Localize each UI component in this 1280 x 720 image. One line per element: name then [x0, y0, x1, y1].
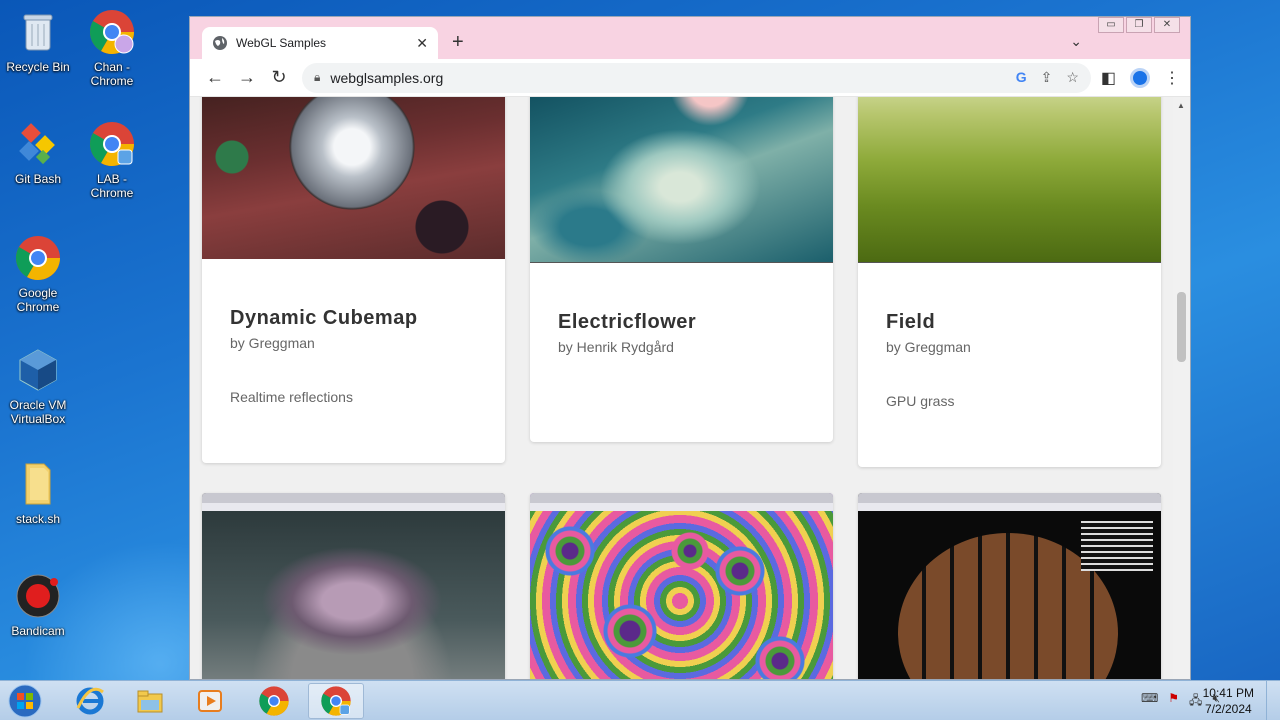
internet-explorer-icon: [76, 687, 104, 715]
windows-logo-icon: [8, 684, 42, 718]
sample-card[interactable]: [202, 493, 505, 679]
desktop-icon-bandicam[interactable]: Bandicam: [0, 572, 76, 638]
taskbar-media-player[interactable]: [182, 683, 238, 719]
sample-thumbnail[interactable]: [202, 493, 505, 679]
card-title[interactable]: Electricflower: [558, 311, 696, 334]
lock-icon[interactable]: 🔒︎: [314, 70, 320, 85]
card-author: by Greggman: [886, 339, 971, 355]
git-bash-icon: [14, 120, 62, 168]
desktop-icon-label: Bandicam: [11, 624, 65, 638]
sample-thumbnail[interactable]: [530, 97, 833, 263]
tab-webgl-samples[interactable]: WebGL Samples ✕: [202, 27, 438, 59]
tab-search-chevron-icon[interactable]: ⌄: [1070, 33, 1082, 50]
window-controls: ▭ ❐ ✕: [1098, 17, 1180, 33]
sample-thumbnail[interactable]: [858, 493, 1161, 679]
reload-button[interactable]: ↻: [264, 63, 294, 93]
desktop-icon-stack-sh[interactable]: stack.sh: [0, 460, 76, 526]
taskbar-internet-explorer[interactable]: [62, 683, 118, 719]
show-desktop-button[interactable]: [1266, 681, 1280, 720]
vertical-scrollbar[interactable]: ▲: [1173, 97, 1190, 679]
browser-toolbar: ← → ↻ 🔒︎ webglsamples.org G ⇪ ☆ ◧ ⋮: [190, 59, 1190, 97]
sample-card[interactable]: [530, 493, 833, 679]
profile-avatar[interactable]: [1130, 67, 1150, 88]
bandicam-icon: [14, 572, 62, 620]
recycle-bin-icon: [14, 8, 62, 56]
virtualbox-icon: [14, 346, 62, 394]
folder-icon: [137, 690, 163, 713]
close-tab-icon[interactable]: ✕: [416, 35, 428, 52]
sample-thumbnail[interactable]: [202, 97, 505, 259]
taskbar-clock[interactable]: 10:41 PM 7/2/2024: [1203, 685, 1254, 717]
desktop-icon-git-bash[interactable]: Git Bash: [0, 120, 76, 186]
bookmark-star-icon[interactable]: ☆: [1066, 69, 1079, 86]
address-url[interactable]: webglsamples.org: [330, 70, 1015, 86]
minimize-button[interactable]: ▭: [1098, 17, 1124, 33]
sample-thumbnail[interactable]: [530, 493, 833, 679]
card-description: Realtime reflections: [230, 389, 353, 405]
taskbar-file-explorer[interactable]: [122, 683, 178, 719]
sample-card[interactable]: Electricflower by Henrik Rydgård: [530, 97, 833, 442]
card-author: by Henrik Rydgård: [558, 339, 674, 355]
scrollbar-thumb[interactable]: [1177, 292, 1186, 362]
action-center-flag-icon[interactable]: ⚑: [1168, 691, 1179, 712]
page-content: Dynamic Cubemap by Greggman Realtime ref…: [190, 97, 1174, 679]
network-icon[interactable]: 🖧︎: [1189, 691, 1202, 712]
desktop-icon-label: Recycle Bin: [6, 60, 70, 74]
card-title[interactable]: Dynamic Cubemap: [230, 307, 418, 330]
media-player-icon: [198, 690, 222, 712]
folder-icon: [14, 460, 62, 508]
desktop-icon-label: Google Chrome: [16, 286, 60, 314]
forward-button[interactable]: →: [232, 63, 262, 93]
sample-card[interactable]: Field by Greggman GPU grass: [858, 97, 1161, 467]
tab-title: WebGL Samples: [236, 36, 327, 50]
desktop-icon-label: LAB - Chrome: [90, 172, 134, 200]
desktop-icon-virtualbox[interactable]: Oracle VM VirtualBox: [0, 346, 76, 426]
desktop-icon-recycle-bin[interactable]: Recycle Bin: [0, 8, 76, 74]
maximize-button[interactable]: ❐: [1126, 17, 1152, 33]
taskbar-chrome[interactable]: [246, 683, 302, 719]
desktop-icon-label: stack.sh: [15, 512, 60, 526]
desktop-icon-label: Chan - Chrome: [90, 60, 134, 88]
menu-kebab-icon[interactable]: ⋮: [1164, 68, 1180, 88]
chrome-icon: [14, 234, 62, 282]
google-icon[interactable]: G: [1016, 69, 1027, 86]
chrome-icon: [88, 8, 136, 56]
share-icon[interactable]: ⇪: [1041, 69, 1053, 86]
chrome-icon: [88, 120, 136, 168]
new-tab-button[interactable]: +: [452, 31, 464, 54]
sample-thumbnail[interactable]: [858, 97, 1161, 263]
sample-card[interactable]: [858, 493, 1161, 679]
card-title[interactable]: Field: [886, 311, 935, 334]
keyboard-icon[interactable]: ⌨: [1141, 691, 1158, 712]
desktop-icon-google-chrome[interactable]: Google Chrome: [0, 234, 76, 314]
scroll-up-arrow-icon[interactable]: ▲: [1177, 101, 1185, 110]
desktop-icon-lab-chrome[interactable]: LAB - Chrome: [74, 120, 150, 200]
back-button[interactable]: ←: [200, 63, 230, 93]
card-author: by Greggman: [230, 335, 315, 351]
sample-card[interactable]: Dynamic Cubemap by Greggman Realtime ref…: [202, 97, 505, 463]
side-panel-icon[interactable]: ◧: [1101, 68, 1116, 88]
desktop-icon-label: Oracle VM VirtualBox: [9, 398, 67, 426]
card-description: GPU grass: [886, 393, 955, 409]
taskbar-chrome-lab[interactable]: [308, 683, 364, 719]
close-window-button[interactable]: ✕: [1154, 17, 1180, 33]
chrome-icon: [321, 686, 351, 716]
globe-icon: [213, 36, 227, 50]
chrome-icon: [259, 686, 289, 716]
taskbar: ⌨ ⚑ 🖧︎ 🔇︎ 10:41 PM 7/2/2024: [0, 680, 1280, 720]
address-bar[interactable]: 🔒︎ webglsamples.org G ⇪ ☆: [302, 62, 1091, 93]
clock-date: 7/2/2024: [1204, 702, 1252, 716]
browser-window: ▭ ❐ ✕ WebGL Samples ✕ + ⌄ ← → ↻ 🔒︎ webgl…: [189, 16, 1191, 680]
desktop-icon-label: Git Bash: [14, 172, 62, 186]
clock-time: 10:41 PM: [1202, 686, 1254, 700]
start-button[interactable]: [4, 683, 46, 719]
tab-strip: ▭ ❐ ✕ WebGL Samples ✕ + ⌄: [190, 17, 1190, 59]
desktop-icon-chan-chrome[interactable]: Chan - Chrome: [74, 8, 150, 88]
